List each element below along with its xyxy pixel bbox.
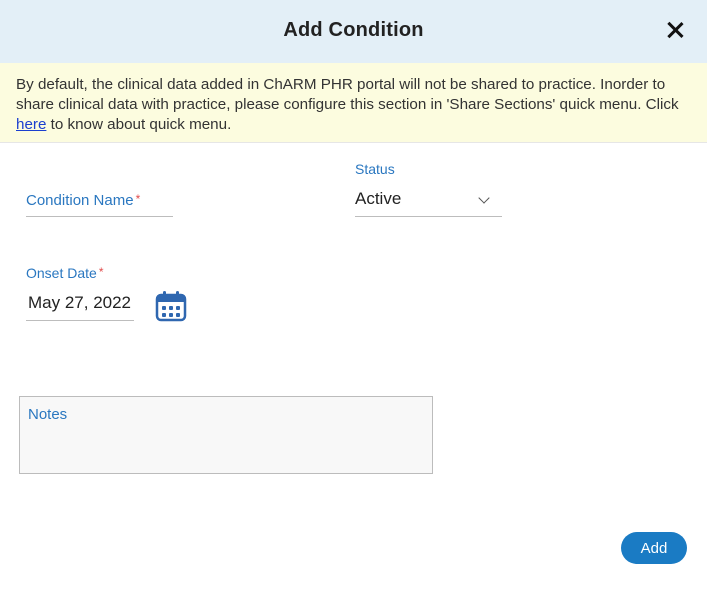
chevron-down-icon — [478, 192, 490, 204]
here-link[interactable]: here — [16, 116, 46, 133]
notes-textarea[interactable]: Notes — [19, 396, 433, 474]
status-select[interactable]: Active — [355, 186, 502, 217]
notice-text: By default, the clinical data added in C… — [16, 76, 679, 113]
dialog-title: Add Condition — [283, 19, 424, 41]
onset-date-value: May 27, 2022 — [28, 293, 132, 312]
status-value: Active — [355, 189, 402, 208]
required-marker: * — [98, 265, 104, 279]
sharing-notice: By default, the clinical data added in C… — [0, 63, 707, 143]
add-button[interactable]: Add — [621, 532, 687, 564]
onset-date-label: Onset Date * — [26, 265, 104, 281]
dialog-header: Add Condition — [0, 0, 707, 63]
calendar-icon[interactable] — [155, 290, 187, 322]
required-marker: * — [135, 192, 141, 206]
onset-date-field[interactable]: May 27, 2022 — [26, 290, 134, 321]
condition-name-label: Condition Name * — [26, 192, 141, 209]
status-label: Status — [355, 161, 395, 177]
condition-name-field[interactable]: Condition Name * — [26, 191, 173, 217]
close-icon[interactable] — [665, 20, 685, 40]
notes-label: Notes — [28, 406, 68, 423]
notice-text-end: to know about quick menu. — [46, 116, 232, 133]
